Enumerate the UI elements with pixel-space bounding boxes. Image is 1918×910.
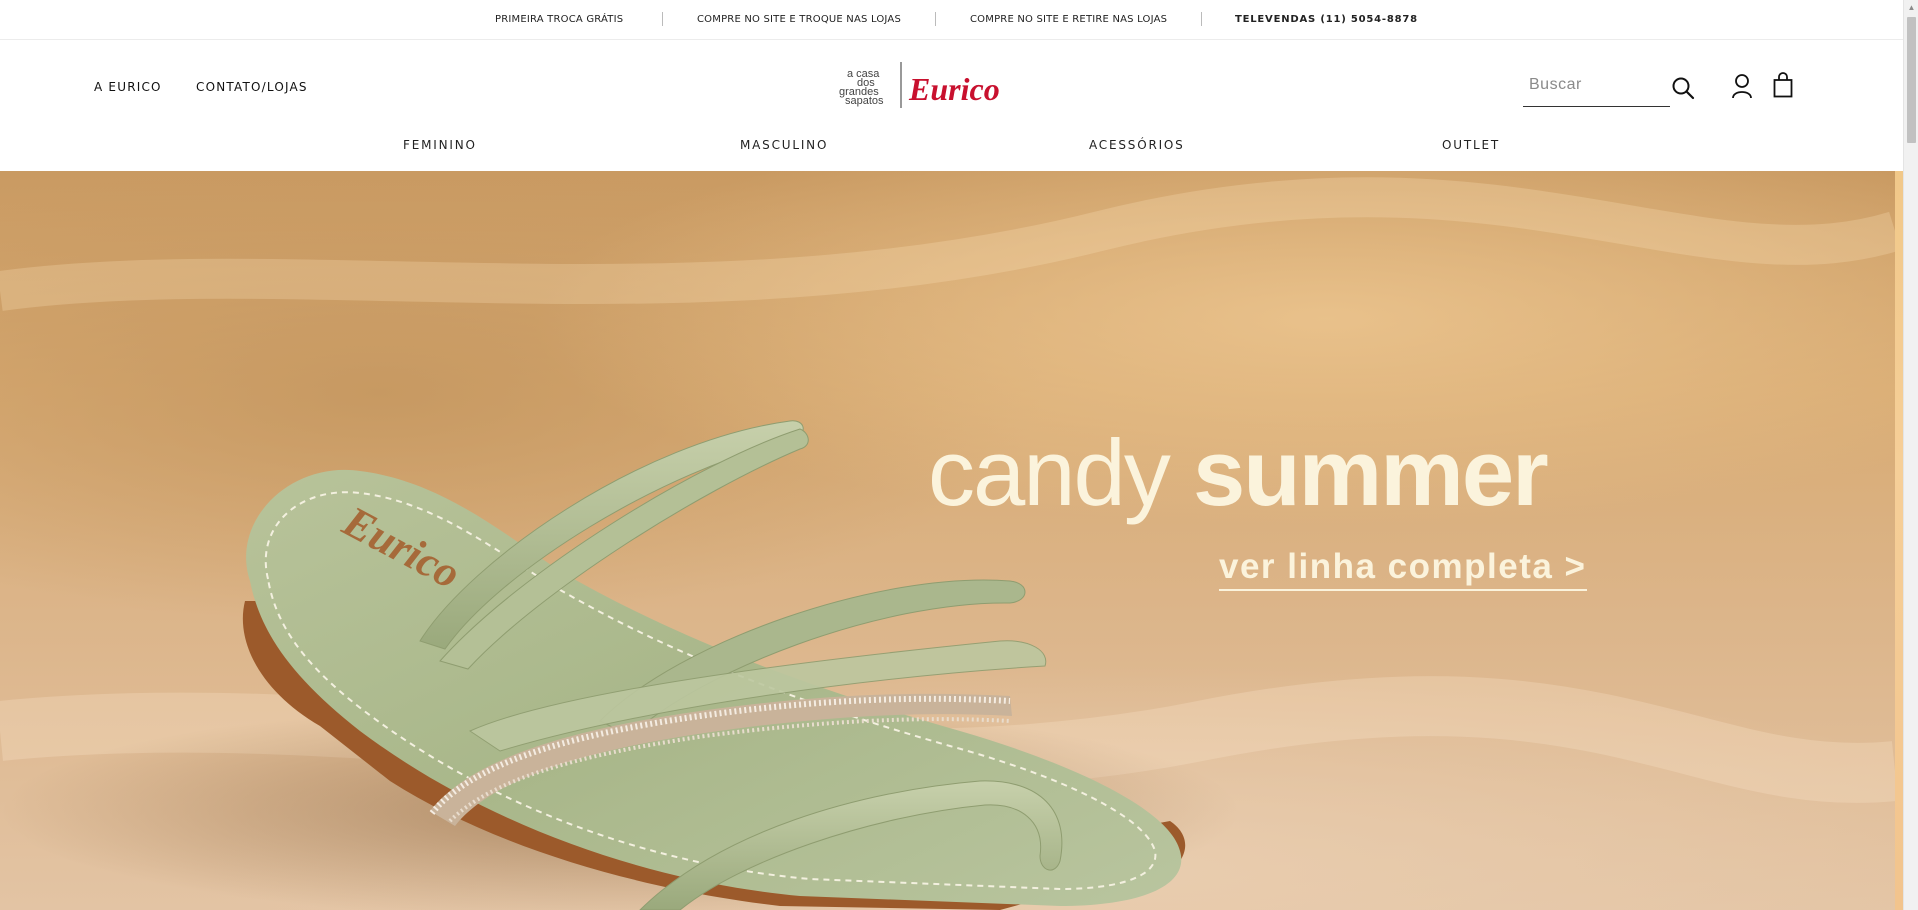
sandal-image: Eurico (0, 177, 1895, 910)
scroll-up-arrow-icon[interactable]: ▲ (1907, 3, 1916, 12)
banner-edge (1895, 171, 1903, 910)
site-header: A EURICO CONTATO/LOJAS a casa dos grande… (0, 40, 1903, 171)
nav-feminino[interactable]: FEMININO (403, 138, 477, 152)
topbar-divider (662, 12, 663, 26)
page-scrollbar[interactable]: ▲ (1903, 0, 1918, 910)
user-icon[interactable] (1731, 73, 1753, 104)
logo-brand: Eurico (908, 71, 1000, 107)
hero-title: candy summer (928, 426, 1549, 520)
search-icon[interactable] (1671, 76, 1695, 105)
about-link[interactable]: A EURICO (94, 80, 162, 94)
nav-acessorios[interactable]: ACESSÓRIOS (1089, 138, 1185, 152)
topbar-free-exchange[interactable]: PRIMEIRA TROCA GRÁTIS (495, 14, 623, 25)
hero-banner[interactable]: Eurico candy summer ver linha completa > (0, 171, 1895, 910)
search-input[interactable] (1523, 70, 1653, 100)
contact-stores-link[interactable]: CONTATO/LOJAS (196, 80, 308, 94)
nav-outlet[interactable]: OUTLET (1442, 138, 1500, 152)
see-full-line-link[interactable]: ver linha completa > (1219, 547, 1587, 591)
hero-title-bold: summer (1192, 420, 1549, 525)
nav-masculino[interactable]: MASCULINO (740, 138, 828, 152)
svg-text:sapatos: sapatos (845, 95, 884, 107)
topbar-buy-online-exchange-stores[interactable]: COMPRE NO SITE E TROQUE NAS LOJAS (697, 14, 901, 25)
topbar-buy-online-pickup-stores[interactable]: COMPRE NO SITE E RETIRE NAS LOJAS (970, 14, 1167, 25)
top-info-bar: PRIMEIRA TROCA GRÁTIS COMPRE NO SITE E T… (0, 0, 1903, 40)
hero-title-light: candy (928, 420, 1171, 525)
eurico-logo[interactable]: a casa dos grandes sapatos Eurico (835, 60, 1001, 110)
topbar-telesales[interactable]: TELEVENDAS (11) 5054-8878 (1235, 14, 1418, 25)
logo-tagline: a casa dos grandes sapatos (839, 68, 884, 107)
topbar-divider (1201, 12, 1202, 26)
scroll-thumb[interactable] (1907, 17, 1916, 143)
shopping-bag-icon[interactable] (1773, 72, 1793, 103)
topbar-divider (935, 12, 936, 26)
search-box (1523, 70, 1670, 107)
page: PRIMEIRA TROCA GRÁTIS COMPRE NO SITE E T… (0, 0, 1918, 910)
